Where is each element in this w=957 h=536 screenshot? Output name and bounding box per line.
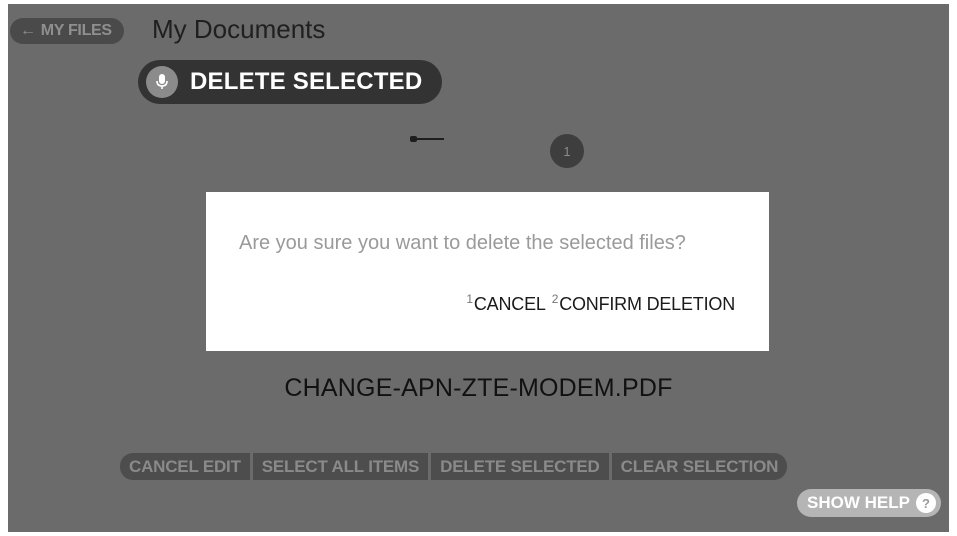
- clear-selection-button[interactable]: CLEAR SELECTION: [611, 453, 788, 480]
- voice-command-text: DELETE SELECTED: [190, 68, 423, 95]
- show-help-button[interactable]: SHOW HELP ?: [797, 489, 941, 517]
- edit-toolbar: CANCEL EDIT SELECT ALL ITEMS DELETE SELE…: [120, 453, 788, 480]
- help-icon: ?: [915, 493, 936, 513]
- delete-confirmation-dialog: Are you sure you want to delete the sele…: [206, 192, 769, 351]
- page-title: My Documents: [152, 14, 326, 44]
- cancel-label: CANCEL: [473, 294, 546, 314]
- cancel-edit-button[interactable]: CANCEL EDIT: [120, 453, 250, 480]
- voice-command-indicator: DELETE SELECTED: [138, 60, 443, 104]
- cancel-button[interactable]: 1 CANCEL: [466, 291, 546, 315]
- file-name: CHANGE-APN-ZTE-MODEM.PDF: [284, 374, 673, 402]
- slider-handle-icon: [410, 136, 444, 142]
- microphone-icon: [146, 66, 178, 98]
- confirm-deletion-button[interactable]: 2 CONFIRM DELETION: [551, 291, 735, 315]
- dialog-question: Are you sure you want to delete the sele…: [239, 232, 686, 254]
- show-help-label: SHOW HELP: [807, 493, 910, 512]
- back-button-label: MY FILES: [40, 22, 112, 39]
- select-all-button[interactable]: SELECT ALL ITEMS: [252, 453, 429, 480]
- back-my-files-button[interactable]: ← MY FILES: [10, 18, 124, 44]
- number-badge: 1: [550, 134, 584, 168]
- confirm-deletion-label: CONFIRM DELETION: [559, 294, 735, 314]
- app-screen: ← MY FILES My Documents 1 Are you sure y…: [8, 4, 949, 532]
- delete-selected-button[interactable]: DELETE SELECTED: [431, 453, 609, 480]
- action-number: 2: [551, 291, 559, 306]
- dialog-actions: 1 CANCEL 2 CONFIRM DELETION: [466, 291, 735, 315]
- arrow-left-icon: ←: [20, 22, 36, 39]
- action-number: 1: [466, 291, 473, 306]
